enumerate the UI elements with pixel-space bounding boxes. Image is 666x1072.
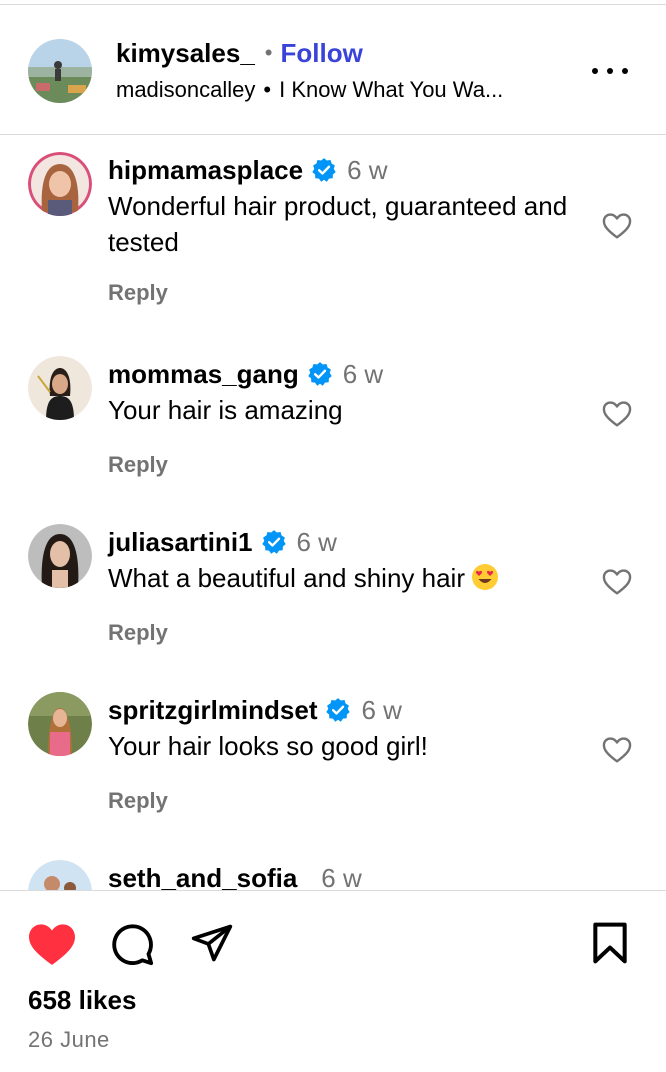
commenter-username[interactable]: seth_and_sofia <box>108 863 297 891</box>
author-avatar[interactable] <box>28 39 92 103</box>
comment-time: 6 w <box>296 526 337 557</box>
comment-text: Your hair looks so good girl! <box>108 731 428 761</box>
like-comment-heart-icon[interactable] <box>600 398 634 430</box>
commenter-username[interactable]: mommas_gang <box>108 359 299 390</box>
author-username[interactable]: kimysales_ <box>116 38 255 69</box>
post-date: 26 June <box>28 1027 110 1052</box>
comment-item: mommas_gang 6 w Your hair is amazing Rep… <box>0 340 666 508</box>
like-comment-heart-icon[interactable] <box>600 210 634 242</box>
comment-bubble-icon[interactable] <box>108 921 156 967</box>
heart-eyes-emoji <box>471 563 499 591</box>
commenter-username[interactable]: juliasartini1 <box>108 527 253 558</box>
like-comment-heart-icon[interactable] <box>600 566 634 598</box>
comment-text: Wonderful hair product, guaranteed and t… <box>108 191 568 257</box>
verified-badge-icon <box>312 158 336 182</box>
likes-count[interactable]: 658 likes <box>28 985 136 1016</box>
comment-header: seth_and_sofia 6 w <box>108 860 362 891</box>
comment-text-body: What a beautiful and shiny hair <box>108 563 465 593</box>
header-title-row: kimysales_ • Follow <box>116 35 363 71</box>
comments-list[interactable]: hipmamasplace 6 w Wonderful hair product… <box>0 136 666 890</box>
comment-header: spritzgirlmindset 6 w <box>108 692 402 728</box>
comment-header: mommas_gang 6 w <box>108 356 383 392</box>
more-options-icon[interactable] <box>592 57 628 85</box>
like-comment-heart-icon[interactable] <box>600 734 634 766</box>
comment-time: 6 w <box>361 694 402 725</box>
commenter-avatar[interactable] <box>28 692 92 756</box>
comment-item: hipmamasplace 6 w Wonderful hair product… <box>0 136 666 340</box>
comment-header: hipmamasplace 6 w <box>108 152 388 188</box>
commenter-avatar[interactable] <box>28 152 92 216</box>
audio-row: madisoncalley • I Know What You Wa... <box>116 75 503 105</box>
verified-badge-icon <box>326 698 351 722</box>
audio-username[interactable]: madisoncalley <box>116 77 255 103</box>
comment-item: seth_and_sofia 6 w <box>0 844 666 890</box>
audio-separator: • <box>263 77 272 102</box>
follow-button[interactable]: Follow <box>281 38 363 69</box>
comment-time: 6 w <box>347 154 388 185</box>
comment-time: 6 w <box>342 358 384 389</box>
paper-plane-icon[interactable] <box>188 921 236 965</box>
commenter-avatar[interactable] <box>28 860 92 890</box>
commenter-username[interactable]: hipmamasplace <box>108 155 303 186</box>
comment-item: spritzgirlmindset 6 w Your hair looks so… <box>0 676 666 844</box>
heart-filled-icon[interactable] <box>26 921 78 967</box>
post-header: kimysales_ • Follow madisoncalley • I Kn… <box>0 5 666 135</box>
reply-button[interactable]: Reply <box>108 280 168 306</box>
audio-title[interactable]: I Know What You Wa... <box>279 77 503 103</box>
commenter-avatar[interactable] <box>28 524 92 588</box>
header-separator: • <box>264 40 273 65</box>
reply-button[interactable]: Reply <box>108 452 168 478</box>
verified-badge-icon <box>308 362 332 386</box>
reply-button[interactable]: Reply <box>108 788 168 814</box>
verified-badge-icon <box>261 530 286 554</box>
commenter-avatar[interactable] <box>28 356 92 420</box>
comment-header: juliasartini1 6 w <box>108 524 337 560</box>
bookmark-icon[interactable] <box>590 921 630 965</box>
comment-item: juliasartini1 6 w What a beautiful and s… <box>0 508 666 676</box>
reply-button[interactable]: Reply <box>108 620 168 646</box>
post-actions-bar: 658 likes 26 June <box>0 890 666 1072</box>
comment-text: What a beautiful and shiny hair <box>108 560 583 596</box>
commenter-username[interactable]: spritzgirlmindset <box>108 695 317 726</box>
comment-time: 6 w <box>321 862 362 891</box>
comment-text: Your hair is amazing <box>108 395 343 425</box>
